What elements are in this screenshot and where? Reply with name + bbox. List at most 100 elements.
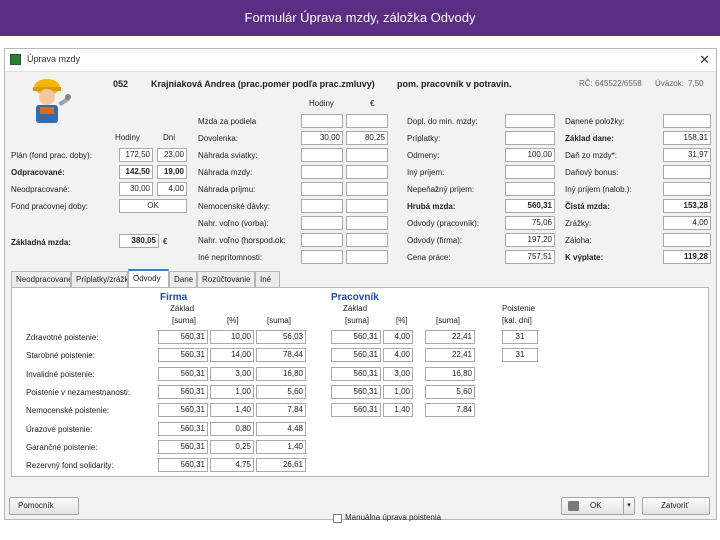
prac-base-field[interactable]: 560,31 — [331, 403, 381, 418]
insurance-days-field[interactable]: 31 — [502, 348, 538, 363]
mid-row-eur-field[interactable] — [346, 182, 388, 196]
close-button[interactable]: Zatvoriť — [642, 497, 710, 515]
right2-row-label: Daňový bonus: — [565, 168, 619, 177]
right1-row-field[interactable] — [505, 114, 555, 128]
tab-priplatky-zrazky[interactable]: Príplatky/zrážky — [71, 271, 128, 287]
ok-dropdown-icon[interactable]: ▾ — [623, 498, 634, 514]
right1-row-field[interactable]: 197,20 — [505, 233, 555, 247]
tab-odvody[interactable]: Odvody — [128, 269, 169, 287]
firma-sum-field[interactable]: 26,61 — [256, 458, 306, 473]
firma-pct-field[interactable]: 14,00 — [210, 348, 254, 363]
right2-row-field[interactable]: 158,31 — [663, 131, 711, 145]
firma-base-field[interactable]: 560,31 — [158, 348, 208, 363]
right2-row-field[interactable]: 31,97 — [663, 148, 711, 162]
contribution-row-label: Garančné poistenie: — [26, 442, 98, 452]
firma-sum-field[interactable]: 56,03 — [256, 330, 306, 344]
firma-base-field[interactable]: 560,31 — [158, 384, 208, 399]
mid-row-eur-field[interactable]: 80,25 — [346, 131, 388, 145]
manual-adjust-checkbox[interactable] — [333, 514, 342, 523]
tab-ine[interactable]: Iné — [255, 271, 280, 287]
prac-sum-field[interactable]: 22,41 — [425, 348, 475, 363]
prac-sum-field[interactable]: 22,41 — [425, 330, 475, 344]
firma-sum-field[interactable]: 4,48 — [256, 421, 306, 436]
prac-pct-field[interactable]: 3,00 — [383, 366, 413, 381]
help-button[interactable]: Pomocník — [9, 497, 79, 515]
firma-base-field[interactable]: 560,31 — [158, 403, 208, 418]
right1-row-field[interactable]: 75,06 — [505, 216, 555, 230]
firma-pct-field[interactable]: 0,80 — [210, 421, 254, 436]
worked-hours-field[interactable]: 142,50 — [119, 165, 153, 179]
mid-row-eur-field[interactable] — [346, 148, 388, 162]
firma-sum-field[interactable]: 78,44 — [256, 348, 306, 363]
not-worked-hours-field[interactable]: 30,00 — [119, 182, 153, 196]
right2-row-field[interactable]: 4,00 — [663, 216, 711, 230]
firma-base-field[interactable]: 560,31 — [158, 421, 208, 436]
work-fund-field[interactable]: OK — [119, 199, 187, 213]
prac-base-field[interactable]: 560,31 — [331, 330, 381, 344]
mid-row-eur-field[interactable] — [346, 165, 388, 179]
mid-row-hours-field[interactable] — [301, 199, 343, 213]
firma-sum-field[interactable]: 16,80 — [256, 366, 306, 381]
firma-pct-field[interactable]: 10,00 — [210, 330, 254, 344]
firma-sum-field[interactable]: 5,60 — [256, 384, 306, 399]
right2-row-field[interactable] — [663, 165, 711, 179]
mid-row-eur-field[interactable] — [346, 114, 388, 128]
right2-row-field[interactable] — [663, 233, 711, 247]
right1-row-field[interactable] — [505, 182, 555, 196]
prac-sum-field[interactable]: 7,84 — [425, 403, 475, 418]
mid-row-hours-field[interactable] — [301, 233, 343, 247]
right1-row-field[interactable] — [505, 131, 555, 145]
firma-base-field[interactable]: 560,31 — [158, 330, 208, 344]
prac-pct-field[interactable]: 1,40 — [383, 403, 413, 418]
mid-row-hours-field[interactable] — [301, 182, 343, 196]
firma-sum-field[interactable]: 7,84 — [256, 403, 306, 418]
firma-base-field[interactable]: 560,31 — [158, 458, 208, 473]
insurance-days-field[interactable]: 31 — [502, 330, 538, 344]
firma-pct-field[interactable]: 0,25 — [210, 439, 254, 454]
prac-pct-field[interactable]: 1,00 — [383, 384, 413, 399]
plan-hours-field[interactable]: 172,50 — [119, 148, 153, 162]
right2-row-field[interactable]: 153,28 — [663, 199, 711, 213]
firma-pct-field[interactable]: 4,75 — [210, 458, 254, 473]
tab-neodpracovane[interactable]: Neodpracované — [11, 271, 71, 287]
prac-sum-field[interactable]: 16,80 — [425, 366, 475, 381]
mid-row-eur-field[interactable] — [346, 233, 388, 247]
mid-eur-header: € — [370, 99, 375, 108]
not-worked-days-field[interactable]: 4,00 — [157, 182, 187, 196]
prac-pct-field[interactable]: 4,00 — [383, 348, 413, 363]
right1-row-field[interactable]: 560,31 — [505, 199, 555, 213]
firma-pct-field[interactable]: 3,00 — [210, 366, 254, 381]
mid-row-hours-field[interactable]: 30,00 — [301, 131, 343, 145]
right1-row-field[interactable]: 100,00 — [505, 148, 555, 162]
right2-row-field[interactable]: 119,28 — [663, 250, 711, 264]
firma-base-field[interactable]: 560,31 — [158, 366, 208, 381]
tab-dane[interactable]: Dane — [169, 271, 197, 287]
right1-row-field[interactable] — [505, 165, 555, 179]
right1-row-field[interactable]: 757,51 — [505, 250, 555, 264]
mid-row-hours-field[interactable] — [301, 216, 343, 230]
prac-sum-field[interactable]: 5,60 — [425, 384, 475, 399]
plan-days-field[interactable]: 23,00 — [157, 148, 187, 162]
prac-base-field[interactable]: 560,31 — [331, 366, 381, 381]
mid-row-eur-field[interactable] — [346, 199, 388, 213]
firma-sum-field[interactable]: 1,40 — [256, 439, 306, 454]
mid-row-hours-field[interactable] — [301, 148, 343, 162]
right2-row-field[interactable] — [663, 182, 711, 196]
prac-base-field[interactable]: 560,31 — [331, 384, 381, 399]
mid-row-hours-field[interactable] — [301, 114, 343, 128]
close-icon[interactable]: ✕ — [699, 52, 710, 68]
prac-pct-field[interactable]: 4,00 — [383, 330, 413, 344]
mid-row-hours-field[interactable] — [301, 165, 343, 179]
right2-row-field[interactable] — [663, 114, 711, 128]
prac-base-field[interactable]: 560,31 — [331, 348, 381, 363]
firma-pct-field[interactable]: 1,00 — [210, 384, 254, 399]
firma-pct-field[interactable]: 1,40 — [210, 403, 254, 418]
mid-row-hours-field[interactable] — [301, 250, 343, 264]
worked-days-field[interactable]: 19,00 — [157, 165, 187, 179]
mid-row-eur-field[interactable] — [346, 216, 388, 230]
tab-rozuctovanie[interactable]: Rozúčtovanie — [197, 271, 255, 287]
ok-button[interactable]: OK ▾ — [561, 497, 635, 515]
firma-base-field[interactable]: 560,31 — [158, 439, 208, 454]
mid-row-eur-field[interactable] — [346, 250, 388, 264]
base-salary-field[interactable]: 380,05 — [119, 234, 159, 248]
